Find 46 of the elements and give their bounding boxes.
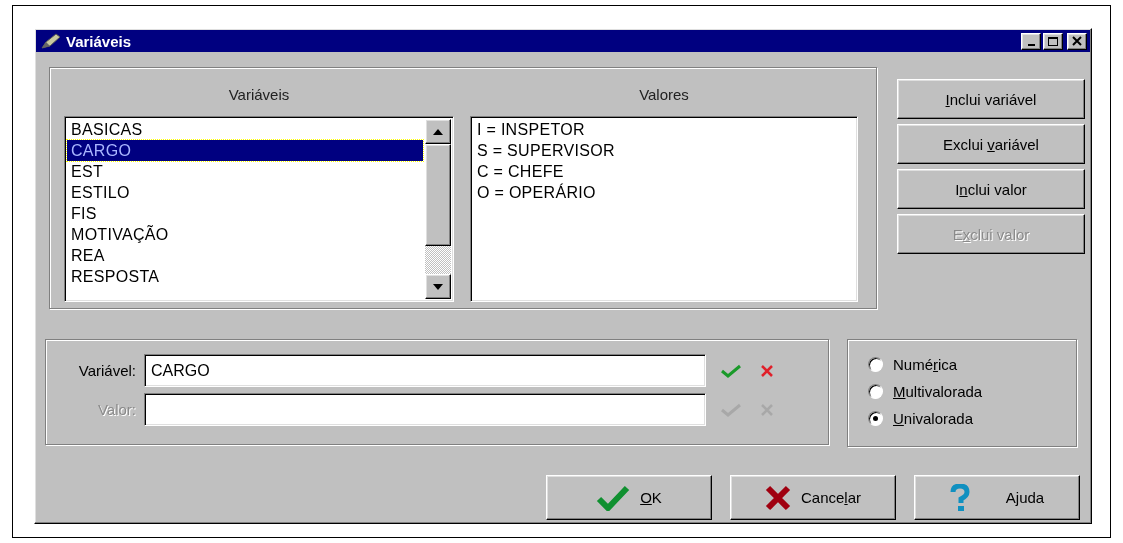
scroll-up-icon[interactable] <box>425 119 451 144</box>
list-item[interactable]: O = OPERÁRIO <box>473 182 855 203</box>
scroll-down-icon[interactable] <box>425 274 451 299</box>
variables-list[interactable]: BASICAS CARGO EST ESTILO FIS MOTIVAÇÃO REA RESPOSTA <box>64 116 454 302</box>
list-heading: Variáveis <box>228 84 290 105</box>
list-item[interactable]: C = CHEFE <box>473 161 855 182</box>
check-icon[interactable] <box>720 401 742 418</box>
close-icon <box>1072 36 1082 46</box>
question-icon <box>949 483 970 512</box>
check-icon[interactable] <box>720 362 742 379</box>
minimize-icon <box>1027 43 1035 46</box>
action-button[interactable]: Inclui valor <box>897 169 1085 209</box>
list-item[interactable]: REA <box>67 245 423 266</box>
action-button[interactable]: Inclui variável <box>897 79 1085 119</box>
radio-button[interactable]: Multivalorada <box>868 379 1076 403</box>
radio-button[interactable]: Numérica <box>868 352 1076 376</box>
list-item[interactable]: EST <box>67 161 423 182</box>
list-item[interactable]: RESPOSTA <box>67 266 423 287</box>
scroll-thumb[interactable] <box>425 144 451 246</box>
list-item[interactable]: ESTILO <box>67 182 423 203</box>
list-heading: Valores <box>639 84 689 105</box>
list-item[interactable]: I = INSPETOR <box>473 119 855 140</box>
list-item[interactable]: BASICAS <box>67 119 423 140</box>
list-item[interactable]: MOTIVAÇÃO <box>67 224 423 245</box>
list-item[interactable]: FIS <box>67 203 423 224</box>
pencil-icon <box>40 32 62 50</box>
check-icon <box>596 484 631 511</box>
values-list[interactable]: I = INSPETOR S = SUPERVISOR C = CHEFE O = OPERÁRIO <box>470 116 858 302</box>
close-button[interactable] <box>1067 32 1087 50</box>
field-label: Variável: <box>77 362 136 379</box>
cancel-button[interactable]: Cancelar <box>730 475 896 520</box>
help-button[interactable]: Ajuda <box>914 475 1080 520</box>
ok-button[interactable]: OK <box>546 475 712 520</box>
action-button[interactable]: Exclui variável <box>897 124 1085 164</box>
list-item[interactable]: CARGO <box>67 140 423 161</box>
cross-icon[interactable] <box>760 363 774 378</box>
radio-button[interactable]: Univalorada <box>868 406 1076 430</box>
window-title: Variáveis <box>66 32 133 50</box>
list-item[interactable]: S = SUPERVISOR <box>473 140 855 161</box>
maximize-icon <box>1047 35 1059 47</box>
maximize-button[interactable] <box>1043 32 1063 50</box>
cross-icon <box>764 484 791 511</box>
scrollbar[interactable] <box>425 119 451 299</box>
minimize-button[interactable] <box>1021 32 1041 50</box>
input-field[interactable]: CARGO <box>144 354 706 387</box>
field-label: Valor: <box>96 401 136 418</box>
